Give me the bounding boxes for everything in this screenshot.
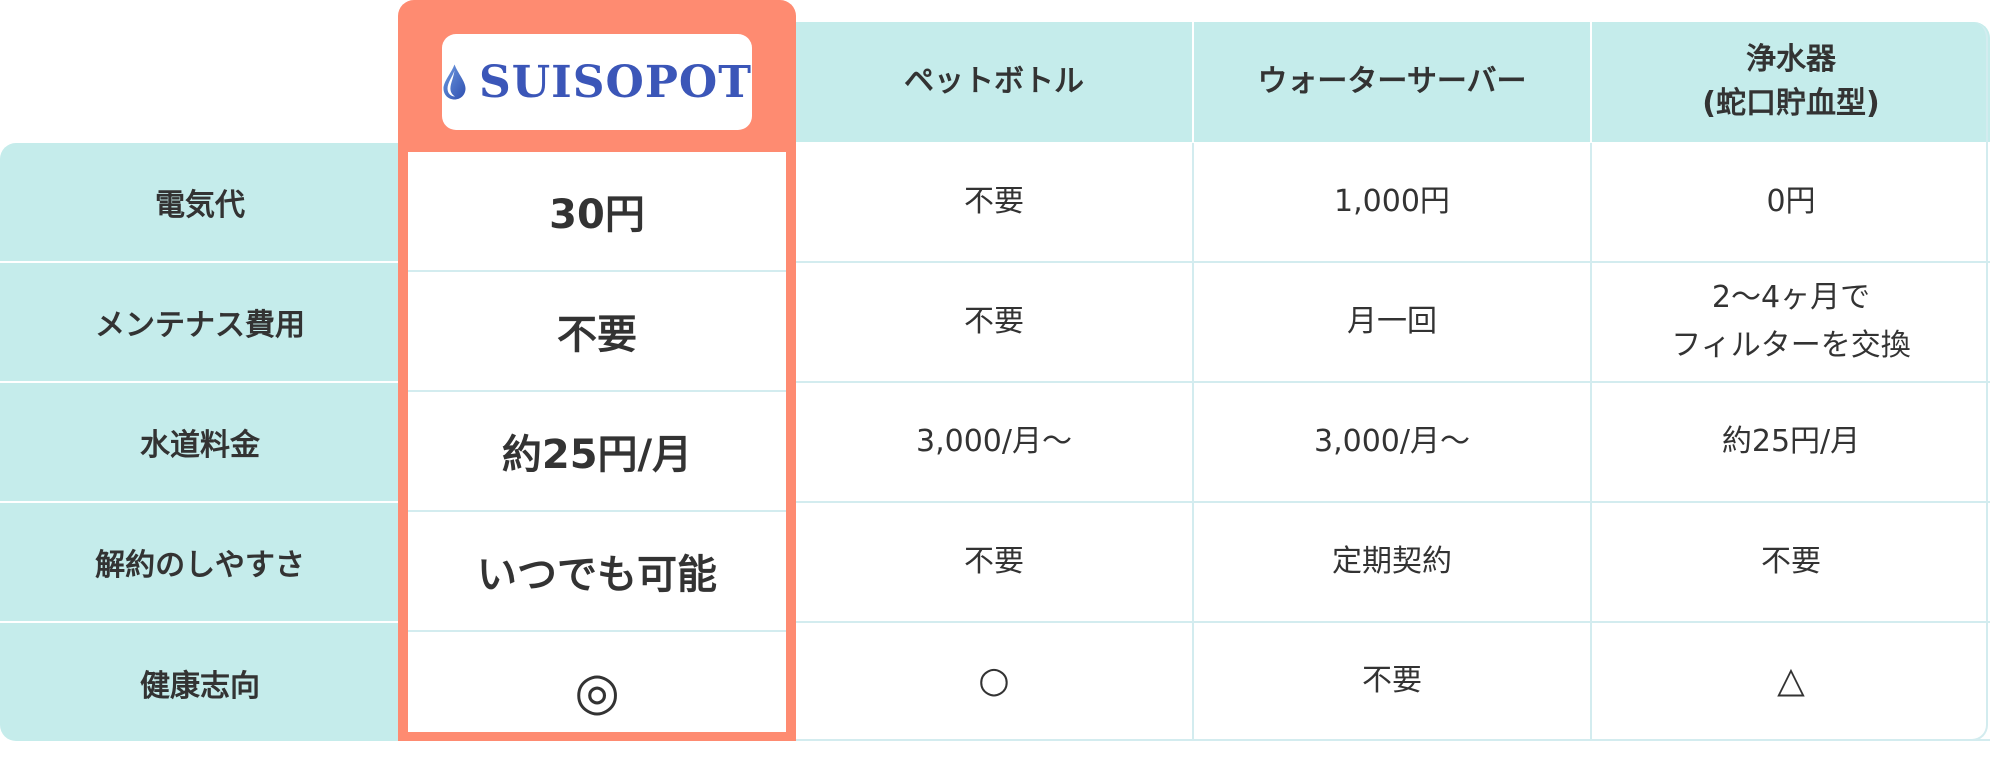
row-label-maintenance: メンテナス費用 — [0, 263, 400, 383]
header-label: ウォーターサーバー — [1257, 64, 1527, 99]
cell-pet-bottle-electricity: 不要 — [796, 143, 1194, 263]
cell-water-server-water-fee: 3,000/月〜 — [1194, 383, 1592, 503]
suisopot-logo: SUISOPOT — [442, 34, 752, 130]
header-pet-bottle: ペットボトル — [796, 22, 1192, 142]
cell-purifier-water-fee: 約25円/月 — [1592, 383, 1990, 503]
suisopot-electricity: 30円 — [408, 152, 786, 272]
suisopot-water-fee: 約25円/月 — [408, 392, 786, 512]
suisopot-health: ◎ — [574, 662, 620, 722]
row-label-column: 電気代 メンテナス費用 水道料金 解約のしやすさ 健康志向 — [0, 143, 400, 741]
cell-purifier-electricity: 0円 — [1592, 143, 1990, 263]
suisopot-maintenance: 不要 — [408, 272, 786, 392]
cell-purifier-health: △ — [1592, 623, 1990, 741]
suisopot-cancellation: いつでも可能 — [408, 512, 786, 632]
cell-purifier-cancellation: 不要 — [1592, 503, 1990, 623]
header-label: ペットボトル — [904, 64, 1084, 99]
row-label-health: 健康志向 — [140, 669, 260, 704]
water-drop-icon — [443, 64, 466, 100]
cell-pet-bottle-health: ○ — [796, 623, 1194, 741]
row-label-water-fee: 水道料金 — [0, 383, 400, 503]
cell-water-server-cancellation: 定期契約 — [1194, 503, 1592, 623]
header-water-purifier: 浄水器 (蛇口貯血型) — [1592, 22, 1990, 142]
suisopot-values: 30円 不要 約25円/月 いつでも可能 ◎ — [408, 152, 786, 732]
brand-name: SUISOPOT — [479, 56, 752, 108]
cell-pet-bottle-cancellation: 不要 — [796, 503, 1194, 623]
cell-line: フィルターを交換 — [1671, 328, 1911, 363]
cell-water-server-electricity: 1,000円 — [1194, 143, 1592, 263]
row-label-cancellation: 解約のしやすさ — [0, 503, 400, 623]
cell-pet-bottle-maintenance: 不要 — [796, 263, 1194, 383]
cell-water-server-maintenance: 月一回 — [1194, 263, 1592, 383]
cell-line: 2〜4ヶ月で — [1711, 280, 1871, 315]
row-label-electricity: 電気代 — [0, 143, 400, 263]
header-label-line2: (蛇口貯血型) — [1702, 86, 1880, 121]
cell-water-server-health: 不要 — [1194, 623, 1592, 741]
suisopot-column: SUISOPOT 30円 不要 約25円/月 いつでも可能 ◎ — [398, 0, 796, 741]
header-label-line1: 浄水器 — [1745, 42, 1836, 77]
cell-purifier-maintenance: 2〜4ヶ月で フィルターを交換 — [1592, 263, 1990, 383]
header-water-server: ウォーターサーバー — [1194, 22, 1590, 142]
cell-pet-bottle-water-fee: 3,000/月〜 — [796, 383, 1194, 503]
